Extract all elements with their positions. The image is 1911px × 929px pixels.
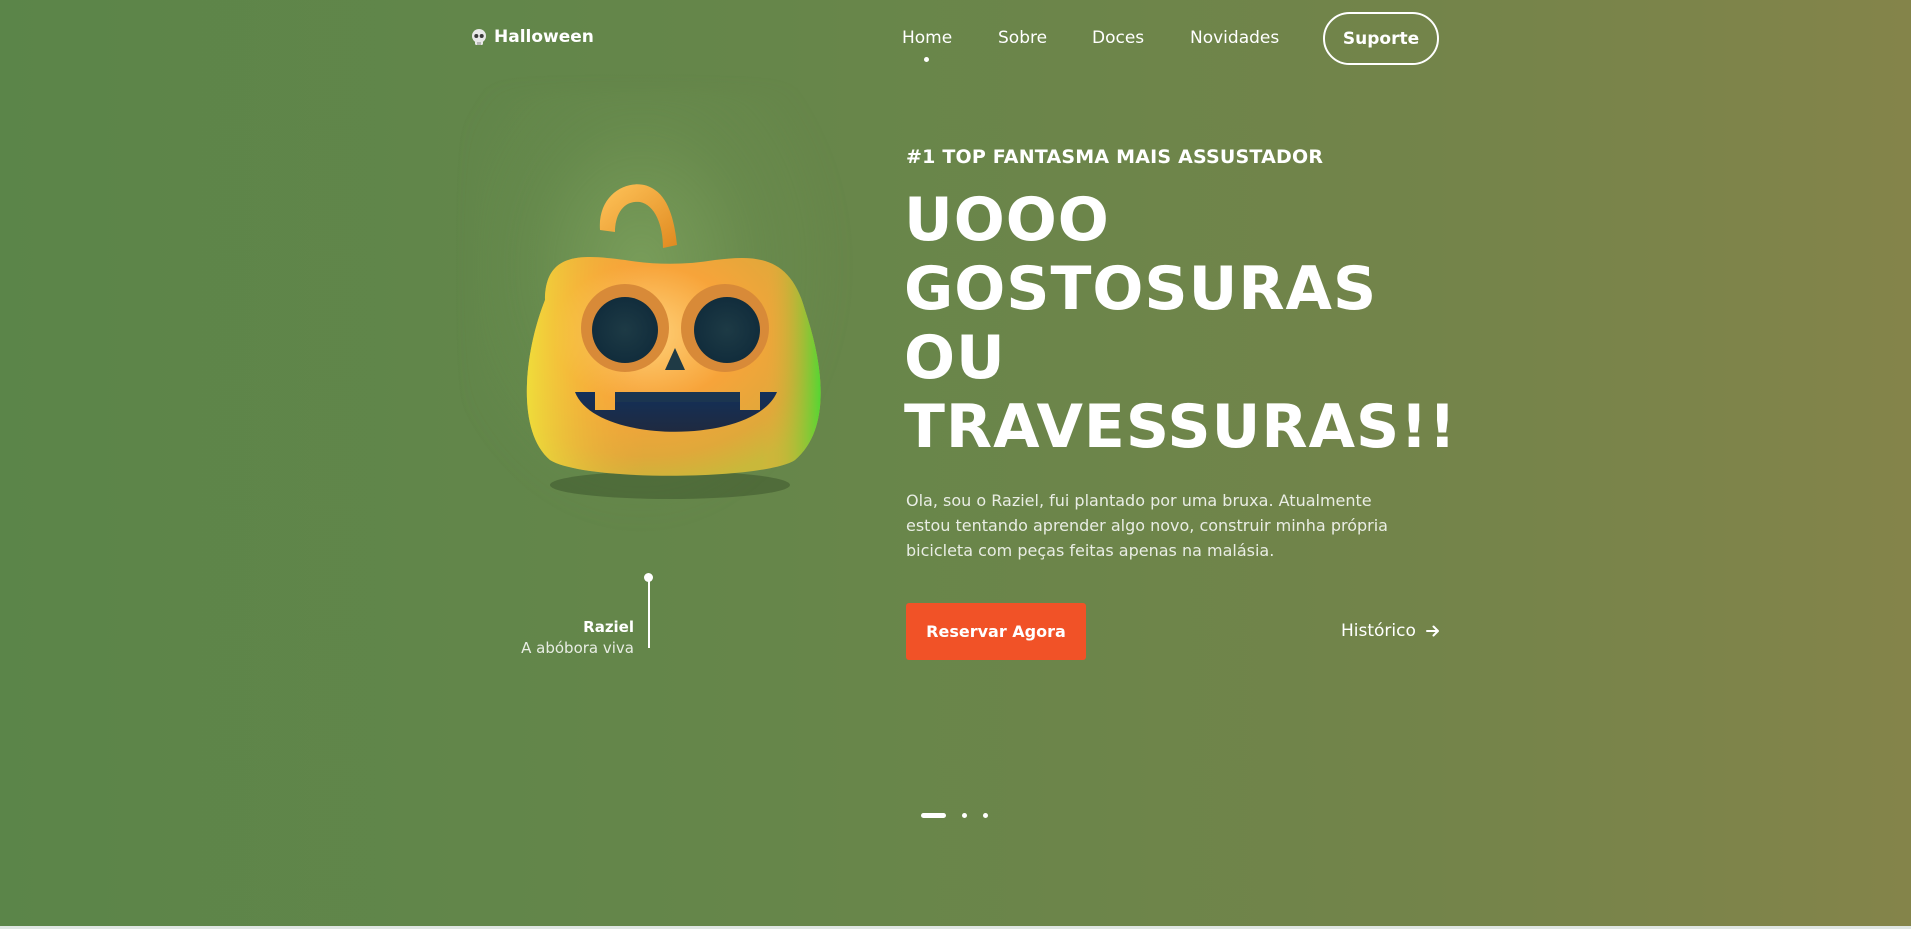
pumpkin-icon xyxy=(526,184,821,499)
character-caption: Raziel A abóbora viva xyxy=(470,618,634,657)
nav-doces[interactable]: Doces xyxy=(1092,28,1144,48)
caption-pin-line xyxy=(648,577,650,648)
headline-line: UOOO xyxy=(904,185,1110,255)
logo-text: Halloween xyxy=(494,27,594,47)
logo[interactable]: Halloween xyxy=(470,27,594,47)
history-label: Histórico xyxy=(1341,621,1416,641)
slide-pagination xyxy=(921,813,988,818)
nav-sobre[interactable]: Sobre xyxy=(998,28,1047,48)
character-name: Raziel xyxy=(583,618,634,636)
arrow-right-icon xyxy=(1425,625,1439,637)
skull-icon xyxy=(472,29,486,45)
hero-headline: UOOO GOSTOSURAS OU TRAVESSURAS!! xyxy=(904,186,1457,462)
active-nav-indicator xyxy=(924,57,929,62)
reserve-now-button[interactable]: Reservar Agora xyxy=(906,603,1086,660)
headline-line: TRAVESSURAS!! xyxy=(904,392,1457,462)
pagination-dot-active[interactable] xyxy=(921,813,946,818)
character-subtitle: A abóbora viva xyxy=(521,639,634,657)
support-button[interactable]: Suporte xyxy=(1323,12,1439,65)
landing-page: Halloween Home Sobre Doces Novidades Sup… xyxy=(0,0,1911,926)
hero-description: Ola, sou o Raziel, fui plantado por uma … xyxy=(906,491,1388,560)
headline-line: OU xyxy=(904,323,1006,393)
headline-line: GOSTOSURAS xyxy=(904,254,1378,324)
pagination-dot[interactable] xyxy=(962,813,967,818)
pagination-dot[interactable] xyxy=(983,813,988,818)
history-link[interactable]: Histórico xyxy=(1341,621,1440,641)
hero-eyebrow: #1 TOP FANTASMA MAIS ASSUSTADOR xyxy=(906,146,1324,168)
caption-pin-dot xyxy=(644,573,653,582)
nav-home[interactable]: Home xyxy=(902,28,952,48)
nav-novidades[interactable]: Novidades xyxy=(1190,28,1279,48)
